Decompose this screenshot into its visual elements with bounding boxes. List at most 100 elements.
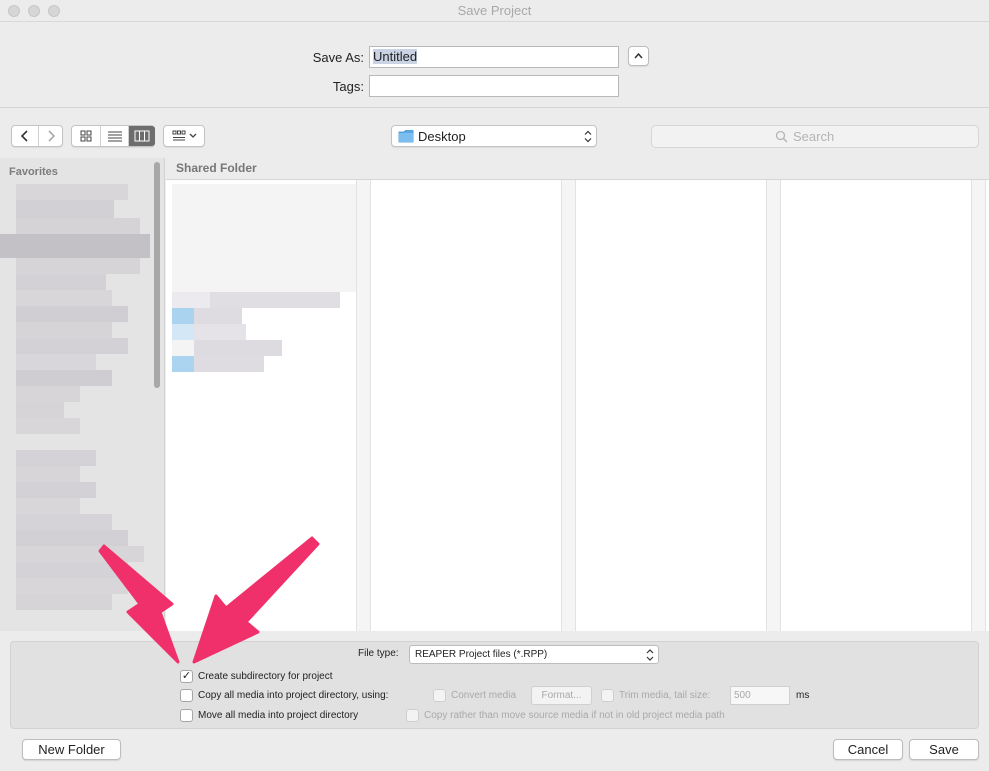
updown-chevron-icon — [584, 130, 592, 143]
save-button[interactable]: Save — [909, 739, 979, 760]
sidebar-item-redacted[interactable] — [16, 498, 80, 514]
group-grid-icon — [172, 130, 185, 141]
current-folder-label: Shared Folder — [176, 161, 257, 175]
list-item[interactable] — [194, 340, 282, 356]
sidebar-item-redacted[interactable] — [16, 546, 144, 562]
cancel-button[interactable]: Cancel — [833, 739, 903, 760]
chevron-up-icon — [634, 52, 643, 59]
location-value: Desktop — [418, 129, 466, 144]
folder-icon — [172, 324, 194, 340]
file-list-redacted[interactable] — [172, 184, 356, 292]
tags-label: Tags: — [332, 79, 364, 94]
folder-icon — [172, 308, 194, 324]
window-title: Save Project — [457, 3, 532, 18]
move-media-label: Move all media into project directory — [198, 710, 359, 721]
column-resize-handle[interactable] — [766, 180, 781, 631]
columns-icon — [134, 130, 150, 142]
save-as-value: Untitled — [373, 49, 418, 64]
list-lines-icon — [107, 131, 122, 142]
list-view-button[interactable] — [100, 126, 128, 146]
chevron-right-icon — [48, 130, 56, 142]
list-item[interactable] — [172, 340, 194, 356]
list-item[interactable] — [194, 324, 246, 340]
sidebar-scrollbar[interactable] — [154, 162, 160, 388]
search-placeholder: Search — [793, 129, 835, 144]
save-as-field[interactable]: Untitled — [369, 46, 619, 68]
column-resize-handle[interactable] — [356, 180, 371, 631]
collapse-dialog-button[interactable] — [628, 46, 649, 66]
tail-size-unit: ms — [796, 690, 810, 701]
toolbar-divider — [0, 107, 989, 108]
file-type-value: REAPER Project files (*.RPP) — [415, 649, 548, 660]
icon-grid-icon — [80, 130, 92, 142]
search-icon — [775, 130, 788, 143]
location-popup[interactable]: Desktop — [391, 125, 597, 147]
icon-view-button[interactable] — [72, 126, 100, 146]
tail-size-input[interactable]: 500 — [730, 686, 790, 705]
group-by-button[interactable] — [163, 125, 205, 147]
sidebar-item-redacted[interactable] — [16, 258, 140, 274]
copy-rather-label: Copy rather than move source media if no… — [424, 710, 725, 721]
sidebar-item-redacted[interactable] — [16, 290, 112, 306]
sidebar-item-redacted[interactable] — [16, 370, 112, 386]
folder-icon — [172, 356, 194, 372]
sidebar-item-redacted[interactable] — [16, 530, 128, 546]
create-subdirectory-checkbox[interactable]: ✓ — [180, 670, 193, 683]
convert-media-checkbox[interactable] — [433, 689, 446, 702]
path-bar: Shared Folder — [166, 158, 989, 180]
sidebar-item-redacted[interactable] — [16, 218, 140, 234]
forward-button[interactable] — [38, 126, 63, 146]
column-view-button[interactable] — [128, 126, 155, 146]
sidebar-item-redacted[interactable] — [16, 562, 128, 578]
back-button[interactable] — [12, 126, 38, 146]
trim-media-checkbox[interactable] — [601, 689, 614, 702]
save-as-label: Save As: — [312, 50, 364, 65]
sidebar-item-redacted[interactable] — [16, 418, 80, 434]
list-item[interactable] — [194, 356, 264, 372]
view-mode-selector — [71, 125, 155, 147]
sidebar-item-redacted[interactable] — [16, 354, 96, 370]
format-button[interactable]: Format... — [531, 686, 592, 705]
copy-media-label: Copy all media into project directory, u… — [198, 690, 389, 701]
chevron-left-icon — [20, 130, 28, 142]
list-item[interactable] — [210, 292, 340, 308]
sidebar-item-redacted[interactable] — [16, 306, 128, 322]
column-resize-handle[interactable] — [561, 180, 576, 631]
sidebar-item-redacted[interactable] — [16, 386, 80, 402]
sidebar-item-redacted[interactable] — [16, 594, 112, 610]
sidebar-item-redacted[interactable] — [16, 200, 114, 218]
list-item[interactable] — [194, 308, 242, 324]
file-type-select[interactable]: REAPER Project files (*.RPP) — [409, 645, 659, 664]
folder-icon — [398, 130, 414, 143]
file-type-label: File type: — [358, 648, 399, 659]
copy-media-checkbox[interactable] — [180, 689, 193, 702]
tags-field[interactable] — [369, 75, 619, 97]
sidebar-item-redacted[interactable] — [16, 450, 96, 466]
sidebar-item-redacted[interactable] — [16, 482, 96, 498]
sidebar-item-redacted[interactable] — [16, 578, 128, 594]
column-1 — [172, 184, 356, 422]
convert-media-label: Convert media — [451, 690, 517, 701]
updown-chevron-icon — [646, 649, 654, 661]
sidebar-section-favorites: Favorites — [9, 166, 58, 178]
copy-rather-checkbox[interactable] — [406, 709, 419, 722]
sidebar-item-redacted[interactable] — [16, 338, 128, 354]
sidebar-item-redacted[interactable] — [16, 514, 112, 530]
sidebar-item-redacted[interactable] — [16, 466, 80, 482]
file-browser: Shared Folder — [166, 158, 989, 631]
sidebar: Favorites — [0, 158, 165, 631]
column-resize-handle[interactable] — [971, 180, 986, 631]
move-media-checkbox[interactable] — [180, 709, 193, 722]
search-field[interactable]: Search — [651, 125, 979, 148]
sidebar-item-redacted[interactable] — [16, 184, 128, 200]
trim-media-label: Trim media, tail size: — [619, 690, 711, 701]
chevron-down-icon — [189, 133, 196, 138]
title-bar: Save Project — [0, 0, 989, 22]
sidebar-item-selected[interactable] — [0, 234, 150, 258]
new-folder-button[interactable]: New Folder — [22, 739, 121, 760]
sidebar-item-redacted[interactable] — [16, 322, 112, 338]
create-subdirectory-label: Create subdirectory for project — [198, 671, 333, 682]
navigation-buttons — [11, 125, 63, 147]
sidebar-item-redacted[interactable] — [16, 274, 106, 290]
sidebar-item-redacted[interactable] — [16, 402, 64, 418]
